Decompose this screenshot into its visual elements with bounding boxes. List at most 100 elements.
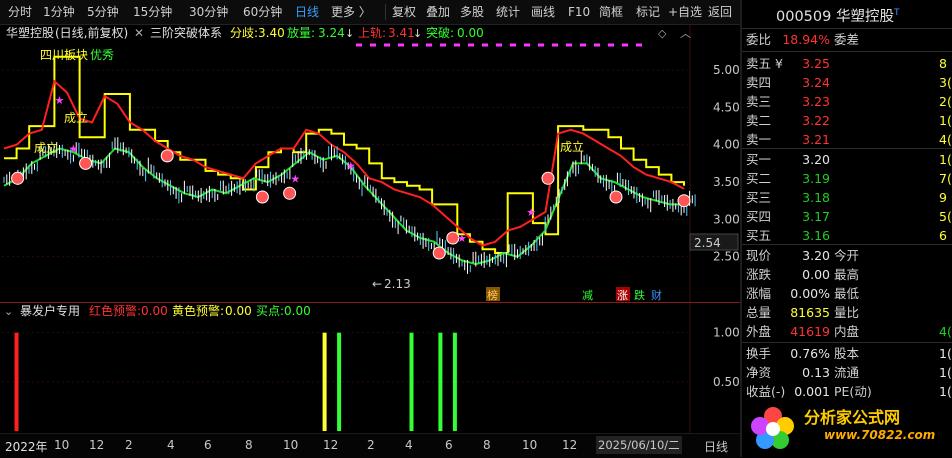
close-x-icon[interactable]: ✕ [134,26,144,40]
x-label-14: 12 [562,438,578,452]
sub-indicator-name[interactable]: 暴发户专用 [20,303,80,318]
logo-area: 分析家公式网 www.70822.com [742,402,952,457]
breakout-value: 0.00 [457,26,484,40]
stat-label-2: 量比 [834,305,860,320]
upper-band-value: 3.41 [388,26,415,40]
diamond-icon[interactable]: ◇ [658,27,667,40]
x-label-11: 6 [445,438,453,452]
period-tab-1min[interactable]: 1分钟 [43,0,75,24]
stat2-value-2: 1( [939,365,952,380]
period-tab-daily[interactable]: 日线 [295,0,319,24]
bid-volume: 7( [939,171,952,186]
stat-label-2: 最低 [834,286,860,301]
x-label-year: 2022年 [5,440,48,454]
diff-label: 委差 [834,32,860,47]
y-tick-label: 4.00 [713,138,740,152]
established-annotation-1: 成立 [64,110,88,125]
period-tab-5min[interactable]: 5分钟 [87,0,119,24]
buy-signal-circle [432,246,446,260]
period-toolbar: 分时 1分钟 5分钟 15分钟 30分钟 60分钟 日线 更多 〉 复权 叠加 … [0,0,740,25]
y-tick-label: 4.50 [713,100,740,114]
signal-chart[interactable]: 1.00 0.50 ⌄ 暴发户专用 红色预警: 0.00 黄色预警: 0.00 买… [0,303,740,433]
stat2-label: 换手 [746,346,772,361]
ask-price: 3.23 [802,94,830,109]
stat2-row: 净资 0.13 流通 1( [742,363,952,383]
ask-row: 卖一 3.21 4( [742,130,952,150]
ask-row: 卖三 3.23 2( [742,92,952,112]
buy-point-value: 0.00 [284,304,311,318]
draw-line-button[interactable]: 画线 [531,0,555,24]
bid-price: 3.20 [802,152,830,167]
mark-button[interactable]: 标记 [636,0,660,24]
quote-panel: 000509 华塑控股T 委比 18.94% 委差 卖五 ¥ 3.25 8 卖四 3.2… [742,0,952,457]
bid-price: 3.17 [802,209,830,224]
add-watchlist-button[interactable]: +自选 [668,0,702,24]
stat2-label: 收益(-) [746,384,786,399]
upper-band-label: 上轨: [358,26,386,40]
buy-signal-circle [609,190,623,204]
ask-price: 3.21 [802,132,830,147]
tag-reduce[interactable]: 减 [582,289,593,302]
yellow-warning-label: 黄色预警: [172,303,224,318]
divergence-label: 分歧: [230,26,258,40]
tag-list[interactable]: 榜 [487,288,498,302]
stat-label: 涨幅 [746,286,772,301]
bid-label: 买二 [746,171,772,186]
price-chart[interactable]: ★ ★ ★ ★ ★ ★ 5.00 4.50 4.00 3.50 3.00 2.50 华塑控股 (日线… [0,24,740,302]
multi-stock-button[interactable]: 多股 [460,0,484,24]
period-tab-fenshi[interactable]: 分时 [8,0,32,24]
tag-fall[interactable]: 跌 [634,288,645,302]
chart-mode-label: (日线,前复权) [55,25,128,40]
f10-button[interactable]: F10 [568,0,590,24]
stat-label: 涨跌 [746,267,772,282]
star-marker-icon: ★ [290,172,300,185]
overlay-button[interactable]: 叠加 [426,0,450,24]
ask-label: 卖三 [746,94,772,109]
stock-code: 000509 [776,9,832,25]
stat-row: 涨幅 0.00% 最低 [742,284,952,304]
cursor-date: 2025/06/10/二 [596,436,682,454]
series-line-分歧 [4,55,685,254]
stat2-value-2: 1( [939,384,952,399]
buy-signal-circle [11,171,25,185]
tag-finance[interactable]: 财 [651,288,662,302]
yellow-warning-value: 0.00 [225,304,252,318]
quote-title: 000509 华塑控股T [776,5,899,26]
stat-row: 涨跌 0.00 最高 [742,265,952,285]
indicator-name[interactable]: 三阶突破体系 [150,25,222,40]
breakout-label: 突破: [426,25,454,40]
stat-value: 81635 [790,305,830,320]
tag-rise[interactable]: 涨 [617,289,628,302]
stat-value: 0.00% [790,286,830,301]
ask-label: 卖一 [746,132,772,147]
ask-volume: 1( [939,113,952,128]
x-label-13: 10 [522,438,538,452]
x-label-12: 8 [483,438,491,452]
statistics-button[interactable]: 统计 [496,0,520,24]
signal-bar-买点 [452,332,457,431]
restore-right-button[interactable]: 复权 [392,0,416,24]
stat-label: 外盘 [746,324,772,339]
stock-name: 华塑控股 [835,9,894,25]
period-indicator[interactable]: 日线 [704,438,728,455]
period-tab-30min[interactable]: 30分钟 [189,0,228,24]
bid-row: 买三 3.18 9 [742,188,952,208]
established-annotation-2: 成立 [34,140,58,155]
bid-label: 买五 [746,228,772,243]
ask-label: 卖五 ¥ [746,56,783,71]
ratio-row: 委比 18.94% 委差 [742,30,952,50]
stat-value: 0.00 [802,267,830,282]
collapse-arrow-icon[interactable]: ⌄ [4,305,13,318]
simple-frame-button[interactable]: 简框 [599,0,623,24]
collapse-up-icon[interactable]: ︿ [680,27,691,40]
bid-label: 买四 [746,209,772,224]
signal-bar-买点 [409,332,414,431]
x-label-10: 4 [405,438,413,452]
period-tab-more[interactable]: 更多 〉 [331,0,371,24]
x-axis-bar: 2022年 10 12 2 4 6 8 10 12 2 4 6 8 10 12 … [0,433,740,458]
back-button[interactable]: 返回 [708,0,732,24]
period-tab-15min[interactable]: 15分钟 [133,0,172,24]
period-tab-60min[interactable]: 60分钟 [243,0,282,24]
series-line-中线 [3,147,684,266]
signal-bar-黄色预警 [322,332,327,431]
